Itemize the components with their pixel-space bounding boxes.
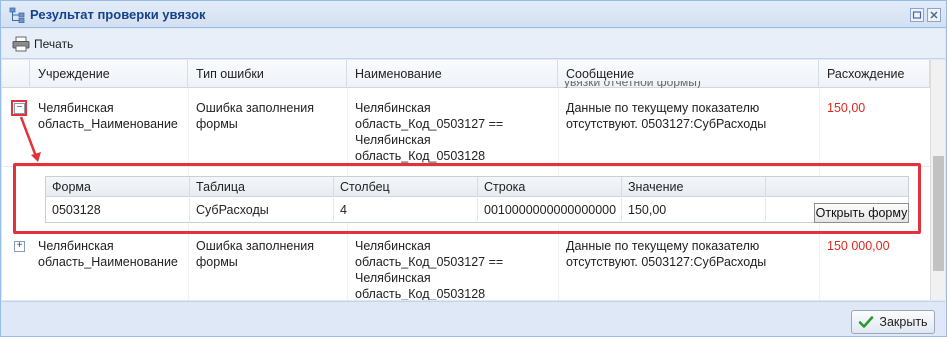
scrollbar-thumb[interactable]: [933, 156, 944, 271]
close-label: Закрыть: [879, 315, 928, 329]
detail-highlight: [13, 163, 921, 234]
dialog-window: Результат проверки увязок Печать Учрежде…: [0, 0, 947, 337]
checkmark-icon: [859, 316, 874, 328]
vertical-scrollbar[interactable]: [930, 60, 945, 300]
close-button[interactable]: Закрыть: [851, 310, 935, 334]
footer: Закрыть: [2, 301, 945, 336]
